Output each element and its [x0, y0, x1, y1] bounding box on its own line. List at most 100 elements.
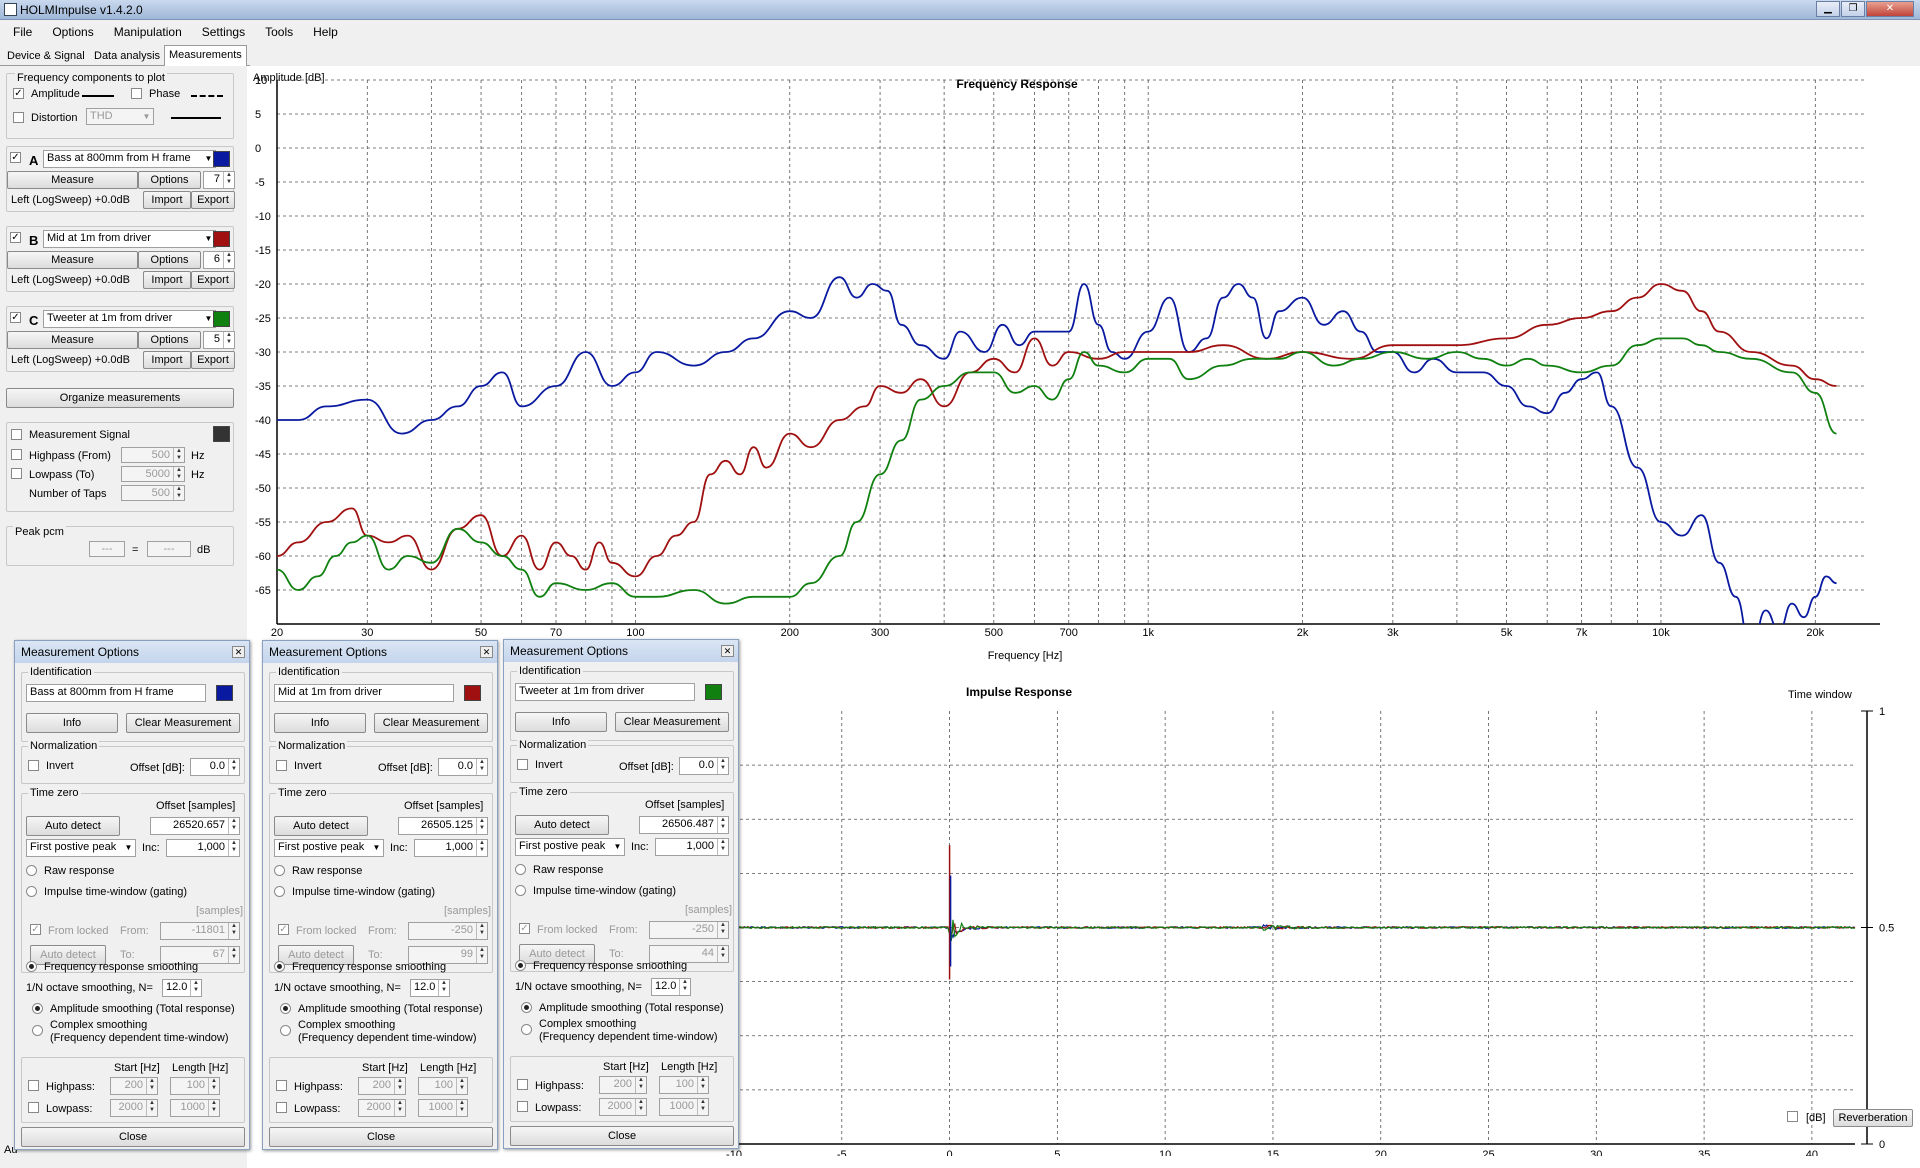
- smoothing-radio[interactable]: [515, 960, 526, 971]
- close-options-button[interactable]: Close: [269, 1127, 493, 1147]
- highpass-start-input[interactable]: 200 ▲ ▼: [110, 1077, 158, 1095]
- octave-n-input[interactable]: 12.0 ▲ ▼: [651, 978, 691, 996]
- spin-arrows-icon[interactable]: ▲ ▼: [228, 759, 239, 775]
- reverberation-button[interactable]: Reverberation: [1833, 1109, 1913, 1127]
- export-b-button[interactable]: Export: [191, 271, 235, 289]
- distortion-checkbox[interactable]: [13, 112, 24, 123]
- from-locked-checkbox[interactable]: ✓: [519, 923, 530, 934]
- invert-checkbox[interactable]: [517, 759, 528, 770]
- gating-radio[interactable]: [274, 886, 285, 897]
- from-input[interactable]: -250 ▲ ▼: [649, 921, 729, 939]
- spin-arrows-icon[interactable]: ▲ ▼: [717, 758, 728, 774]
- from-input[interactable]: -11801 ▲ ▼: [160, 922, 240, 940]
- close-icon[interactable]: ✕: [232, 646, 245, 658]
- offset-samples-input[interactable]: 26520.657 ▲ ▼: [150, 817, 240, 835]
- menu-manipulation[interactable]: Manipulation: [101, 21, 189, 39]
- offset-db-input[interactable]: 0.0 ▲ ▼: [679, 757, 729, 775]
- measurement-color-swatch[interactable]: [216, 685, 233, 701]
- measure-b-button[interactable]: Measure: [7, 251, 138, 269]
- auto-detect-button[interactable]: Auto detect: [26, 816, 120, 836]
- measurement-b-select[interactable]: Mid at 1m from driver ▼: [43, 230, 216, 248]
- maximize-button[interactable]: ❐: [1841, 1, 1865, 17]
- offset-db-input[interactable]: 0.0 ▲ ▼: [438, 758, 488, 776]
- auto-detect-button[interactable]: Auto detect: [515, 815, 609, 835]
- offset-samples-input[interactable]: 26506.487 ▲ ▼: [639, 816, 729, 834]
- tab-device-signal[interactable]: Device & Signal: [3, 47, 89, 66]
- measurement-signal-color[interactable]: [213, 426, 230, 442]
- lowpass-signal-input[interactable]: 5000 ▲ ▼: [121, 466, 185, 482]
- from-locked-checkbox[interactable]: ✓: [278, 924, 289, 935]
- info-button[interactable]: Info: [515, 712, 607, 732]
- spin-arrows-icon[interactable]: ▲ ▼: [635, 1077, 646, 1093]
- lowpass-length-input[interactable]: 1000 ▲ ▼: [659, 1098, 709, 1116]
- peak-mode-select[interactable]: First postive peak ▼: [26, 839, 136, 857]
- measurement-a-select[interactable]: Bass at 800mm from H frame ▼: [43, 150, 216, 168]
- measurement-b-n-input[interactable]: 6 ▲ ▼: [203, 251, 235, 269]
- highpass-signal-checkbox[interactable]: [11, 449, 22, 460]
- measure-c-button[interactable]: Measure: [7, 331, 138, 349]
- spin-arrows-icon[interactable]: ▲ ▼: [438, 980, 449, 996]
- measurement-name-input[interactable]: Tweeter at 1m from driver: [515, 683, 695, 701]
- lowpass-start-input[interactable]: 2000 ▲ ▼: [110, 1099, 158, 1117]
- options-window-titlebar[interactable]: Measurement Options ✕: [263, 641, 497, 663]
- amplitude-smoothing-radio[interactable]: [280, 1003, 291, 1014]
- spin-arrows-icon[interactable]: ▲ ▼: [476, 840, 487, 856]
- spin-arrows-icon[interactable]: ▲ ▼: [476, 923, 487, 939]
- spin-arrows-icon[interactable]: ▲ ▼: [717, 922, 728, 938]
- spin-arrows-icon[interactable]: ▲ ▼: [223, 332, 234, 348]
- spin-arrows-icon[interactable]: ▲ ▼: [456, 1078, 467, 1094]
- measurement-signal-checkbox[interactable]: [11, 429, 22, 440]
- spin-arrows-icon[interactable]: ▲ ▼: [717, 817, 728, 833]
- spin-arrows-icon[interactable]: ▲ ▼: [635, 1099, 646, 1115]
- spin-arrows-icon[interactable]: ▲ ▼: [223, 172, 234, 188]
- spin-arrows-icon[interactable]: ▲ ▼: [208, 1078, 219, 1094]
- octave-n-input[interactable]: 12.0 ▲ ▼: [162, 979, 202, 997]
- highpass-start-input[interactable]: 200 ▲ ▼: [599, 1076, 647, 1094]
- smoothing-radio[interactable]: [274, 961, 285, 972]
- spin-arrows-icon[interactable]: ▲ ▼: [228, 840, 239, 856]
- raw-response-radio[interactable]: [274, 865, 285, 876]
- spin-arrows-icon[interactable]: ▲ ▼: [456, 1100, 467, 1116]
- spin-arrows-icon[interactable]: ▲ ▼: [228, 923, 239, 939]
- clear-measurement-button[interactable]: Clear Measurement: [374, 713, 488, 733]
- phase-checkbox[interactable]: [131, 88, 142, 99]
- measurement-a-color[interactable]: [213, 151, 230, 167]
- complex-smoothing-radio[interactable]: [521, 1024, 532, 1035]
- spin-arrows-icon[interactable]: ▲ ▼: [146, 1078, 157, 1094]
- measurement-b-color[interactable]: [213, 231, 230, 247]
- raw-response-radio[interactable]: [26, 865, 37, 876]
- lowpass-checkbox[interactable]: [517, 1101, 528, 1112]
- clear-measurement-button[interactable]: Clear Measurement: [126, 713, 240, 733]
- close-options-button[interactable]: Close: [510, 1126, 734, 1146]
- info-button[interactable]: Info: [26, 713, 118, 733]
- lowpass-length-input[interactable]: 1000 ▲ ▼: [170, 1099, 220, 1117]
- info-button[interactable]: Info: [274, 713, 366, 733]
- import-a-button[interactable]: Import: [143, 191, 191, 209]
- measure-a-button[interactable]: Measure: [7, 171, 138, 189]
- inc-input[interactable]: 1,000 ▲ ▼: [166, 839, 240, 857]
- amplitude-smoothing-radio[interactable]: [32, 1003, 43, 1014]
- invert-checkbox[interactable]: [276, 760, 287, 771]
- lowpass-signal-checkbox[interactable]: [11, 468, 22, 479]
- menu-settings[interactable]: Settings: [189, 21, 252, 39]
- measurement-name-input[interactable]: Bass at 800mm from H frame: [26, 684, 206, 702]
- export-c-button[interactable]: Export: [191, 351, 235, 369]
- taps-input[interactable]: 500 ▲ ▼: [121, 485, 185, 501]
- options-c-button[interactable]: Options: [138, 331, 201, 349]
- amplitude-checkbox[interactable]: ✓: [13, 88, 24, 99]
- spin-arrows-icon[interactable]: ▲ ▼: [717, 839, 728, 855]
- spin-arrows-icon[interactable]: ▲ ▼: [697, 1099, 708, 1115]
- spin-arrows-icon[interactable]: ▲ ▼: [190, 980, 201, 996]
- close-options-button[interactable]: Close: [21, 1127, 245, 1147]
- spin-arrows-icon[interactable]: ▲ ▼: [394, 1078, 405, 1094]
- tab-data-analysis[interactable]: Data analysis: [90, 47, 164, 66]
- import-c-button[interactable]: Import: [143, 351, 191, 369]
- inc-input[interactable]: 1,000 ▲ ▼: [655, 838, 729, 856]
- offset-db-input[interactable]: 0.0 ▲ ▼: [190, 758, 240, 776]
- offset-samples-input[interactable]: 26505.125 ▲ ▼: [398, 817, 488, 835]
- close-window-button[interactable]: ✕: [1866, 1, 1914, 17]
- menu-tools[interactable]: Tools: [252, 21, 300, 39]
- menu-file[interactable]: File: [0, 21, 39, 39]
- menu-help[interactable]: Help: [300, 21, 345, 39]
- highpass-length-input[interactable]: 100 ▲ ▼: [170, 1077, 220, 1095]
